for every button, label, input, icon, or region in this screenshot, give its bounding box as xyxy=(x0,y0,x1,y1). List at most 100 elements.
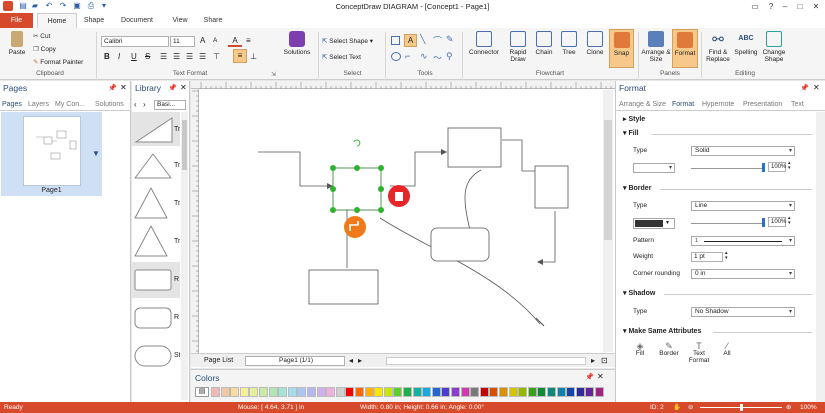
tab-home[interactable]: Home xyxy=(37,13,77,28)
color-swatch[interactable] xyxy=(230,387,240,397)
align-right-icon[interactable]: ☰ xyxy=(186,52,193,61)
scrollbar-thumb[interactable] xyxy=(182,120,187,170)
pen-tool-icon[interactable]: ✎ xyxy=(446,34,454,45)
line-tool-icon[interactable]: ╲ xyxy=(420,34,425,45)
pin-icon[interactable]: 📌 xyxy=(585,373,594,381)
color-swatch[interactable] xyxy=(297,387,307,397)
shadow-type-select[interactable]: No Shadow xyxy=(691,307,795,317)
page-list-label[interactable]: Page List xyxy=(204,357,233,364)
page-thumbnail-item[interactable]: Page1 xyxy=(1,112,102,196)
format-painter-button[interactable]: ✎ Format Painter xyxy=(33,58,83,66)
color-swatch[interactable] xyxy=(547,387,556,397)
snap-button[interactable]: Snap xyxy=(609,29,634,68)
scrollbar-thumb[interactable] xyxy=(604,120,612,240)
color-swatch[interactable] xyxy=(355,387,364,397)
color-swatch[interactable] xyxy=(470,387,480,397)
color-swatch[interactable] xyxy=(374,387,384,397)
make-same-text-format-button[interactable]: T Text Format xyxy=(686,342,712,365)
diagram-rectangle[interactable] xyxy=(534,165,569,209)
color-swatch[interactable] xyxy=(383,387,393,397)
color-swatch[interactable] xyxy=(412,387,422,397)
weight-input[interactable]: 1 pt xyxy=(691,252,723,262)
connector-line[interactable] xyxy=(258,151,333,187)
library-item[interactable]: Tr xyxy=(132,112,180,146)
strikethrough-button[interactable]: S xyxy=(145,52,150,61)
color-palette-menu-icon[interactable]: ▤ xyxy=(195,387,209,397)
shadow-section-header[interactable]: ▾ Shadow xyxy=(623,289,655,297)
hand-tool-icon[interactable]: ✋ xyxy=(673,402,681,413)
color-swatch[interactable] xyxy=(441,387,451,397)
tab-document[interactable]: Document xyxy=(114,13,160,28)
color-swatch[interactable] xyxy=(537,387,547,397)
color-swatch[interactable] xyxy=(211,387,220,397)
select-text-button[interactable]: ⇱ Select Text xyxy=(322,53,361,61)
cut-button[interactable]: ✂ Cut xyxy=(33,32,50,40)
help-icon[interactable]: ? xyxy=(764,0,778,13)
justify-icon[interactable]: ☰ xyxy=(199,52,206,61)
format-panel-scrollbar[interactable] xyxy=(816,112,825,402)
rotate-handle-icon[interactable] xyxy=(353,139,361,147)
library-item[interactable]: R xyxy=(132,302,180,336)
font-family-select[interactable]: Calibri xyxy=(101,36,169,47)
tree-button[interactable]: Tree xyxy=(558,31,580,56)
canvas-horizontal-scrollbar[interactable] xyxy=(386,357,586,365)
zoom-tool-icon[interactable]: ⚲ xyxy=(446,51,453,62)
arc-tool-icon[interactable]: ⌒ xyxy=(433,34,442,47)
diagram-rectangle[interactable] xyxy=(447,127,502,168)
border-color-picker[interactable]: ▾ xyxy=(633,218,675,229)
color-swatch[interactable] xyxy=(489,387,499,397)
valign-bottom-icon[interactable]: ⊥ xyxy=(250,52,257,61)
tab-view[interactable]: View xyxy=(166,13,194,28)
tab-shape[interactable]: Shape xyxy=(80,13,108,28)
spinner-icon[interactable]: ▴ ▾ xyxy=(788,161,791,171)
grow-font-button[interactable]: A xyxy=(200,36,205,45)
pin-icon[interactable]: 📌 xyxy=(800,84,809,92)
solutions-button[interactable]: Solutions xyxy=(280,31,314,56)
spinner-icon[interactable]: ▴ ▾ xyxy=(725,251,728,261)
make-same-border-button[interactable]: ✎ Border xyxy=(656,342,682,358)
pattern-select[interactable]: 1 xyxy=(691,236,795,246)
fill-opacity-input[interactable]: 100% xyxy=(768,162,786,172)
scroll-right-icon[interactable]: ▸ xyxy=(591,356,595,365)
corner-rounding-select[interactable]: 0 in xyxy=(691,269,795,279)
shrink-font-button[interactable]: A xyxy=(213,37,217,44)
slider-thumb[interactable] xyxy=(762,218,765,227)
fill-color-picker[interactable] xyxy=(633,163,675,173)
canvas-vertical-scrollbar[interactable] xyxy=(603,90,613,352)
previous-page-icon[interactable]: ◂ xyxy=(349,356,353,365)
polyline-tool-icon[interactable]: ⌐ xyxy=(405,51,410,61)
font-color-button[interactable]: A xyxy=(228,36,242,47)
zoom-in-icon[interactable]: ⊕ xyxy=(786,402,791,413)
tab-arrange-size[interactable]: Arrange & Size xyxy=(619,101,666,108)
color-swatch[interactable] xyxy=(259,387,268,397)
close-panel-icon[interactable]: ✕ xyxy=(120,83,127,92)
delete-shape-button[interactable] xyxy=(388,185,410,207)
paste-button[interactable]: Paste xyxy=(3,31,31,56)
page-menu-chevron-icon[interactable]: ▼ xyxy=(92,149,100,158)
border-section-header[interactable]: ▾ Border xyxy=(623,184,651,192)
color-swatch[interactable] xyxy=(268,387,278,397)
border-transparency-slider[interactable] xyxy=(691,223,764,224)
diagram-rounded-rectangle[interactable] xyxy=(430,227,490,262)
color-swatch[interactable] xyxy=(479,387,489,397)
connector-line[interactable] xyxy=(464,169,482,231)
color-swatch[interactable] xyxy=(307,387,316,397)
color-swatch[interactable] xyxy=(527,387,537,397)
tab-layers[interactable]: Layers xyxy=(28,101,49,108)
color-swatch[interactable] xyxy=(575,387,585,397)
library-item[interactable]: Tr xyxy=(132,186,180,220)
color-swatch[interactable] xyxy=(403,387,412,397)
add-connector-button[interactable] xyxy=(344,216,366,238)
bezier-tool-icon[interactable]: ∿ xyxy=(420,51,428,62)
find-replace-button[interactable]: ⚯ Find & Replace xyxy=(703,31,733,63)
color-swatch[interactable] xyxy=(239,387,249,397)
color-swatch[interactable] xyxy=(326,387,336,397)
color-swatch[interactable] xyxy=(431,387,441,397)
color-swatch[interactable] xyxy=(566,387,576,397)
pin-icon[interactable]: 📌 xyxy=(168,84,177,92)
tab-format[interactable]: Format xyxy=(672,101,694,108)
make-same-section-header[interactable]: ▾ Make Same Attributes xyxy=(623,327,701,335)
tab-hypernote[interactable]: Hypernote xyxy=(702,101,734,108)
rectangle-tool-icon[interactable] xyxy=(391,36,400,45)
font-size-select[interactable]: 11 xyxy=(170,36,195,47)
